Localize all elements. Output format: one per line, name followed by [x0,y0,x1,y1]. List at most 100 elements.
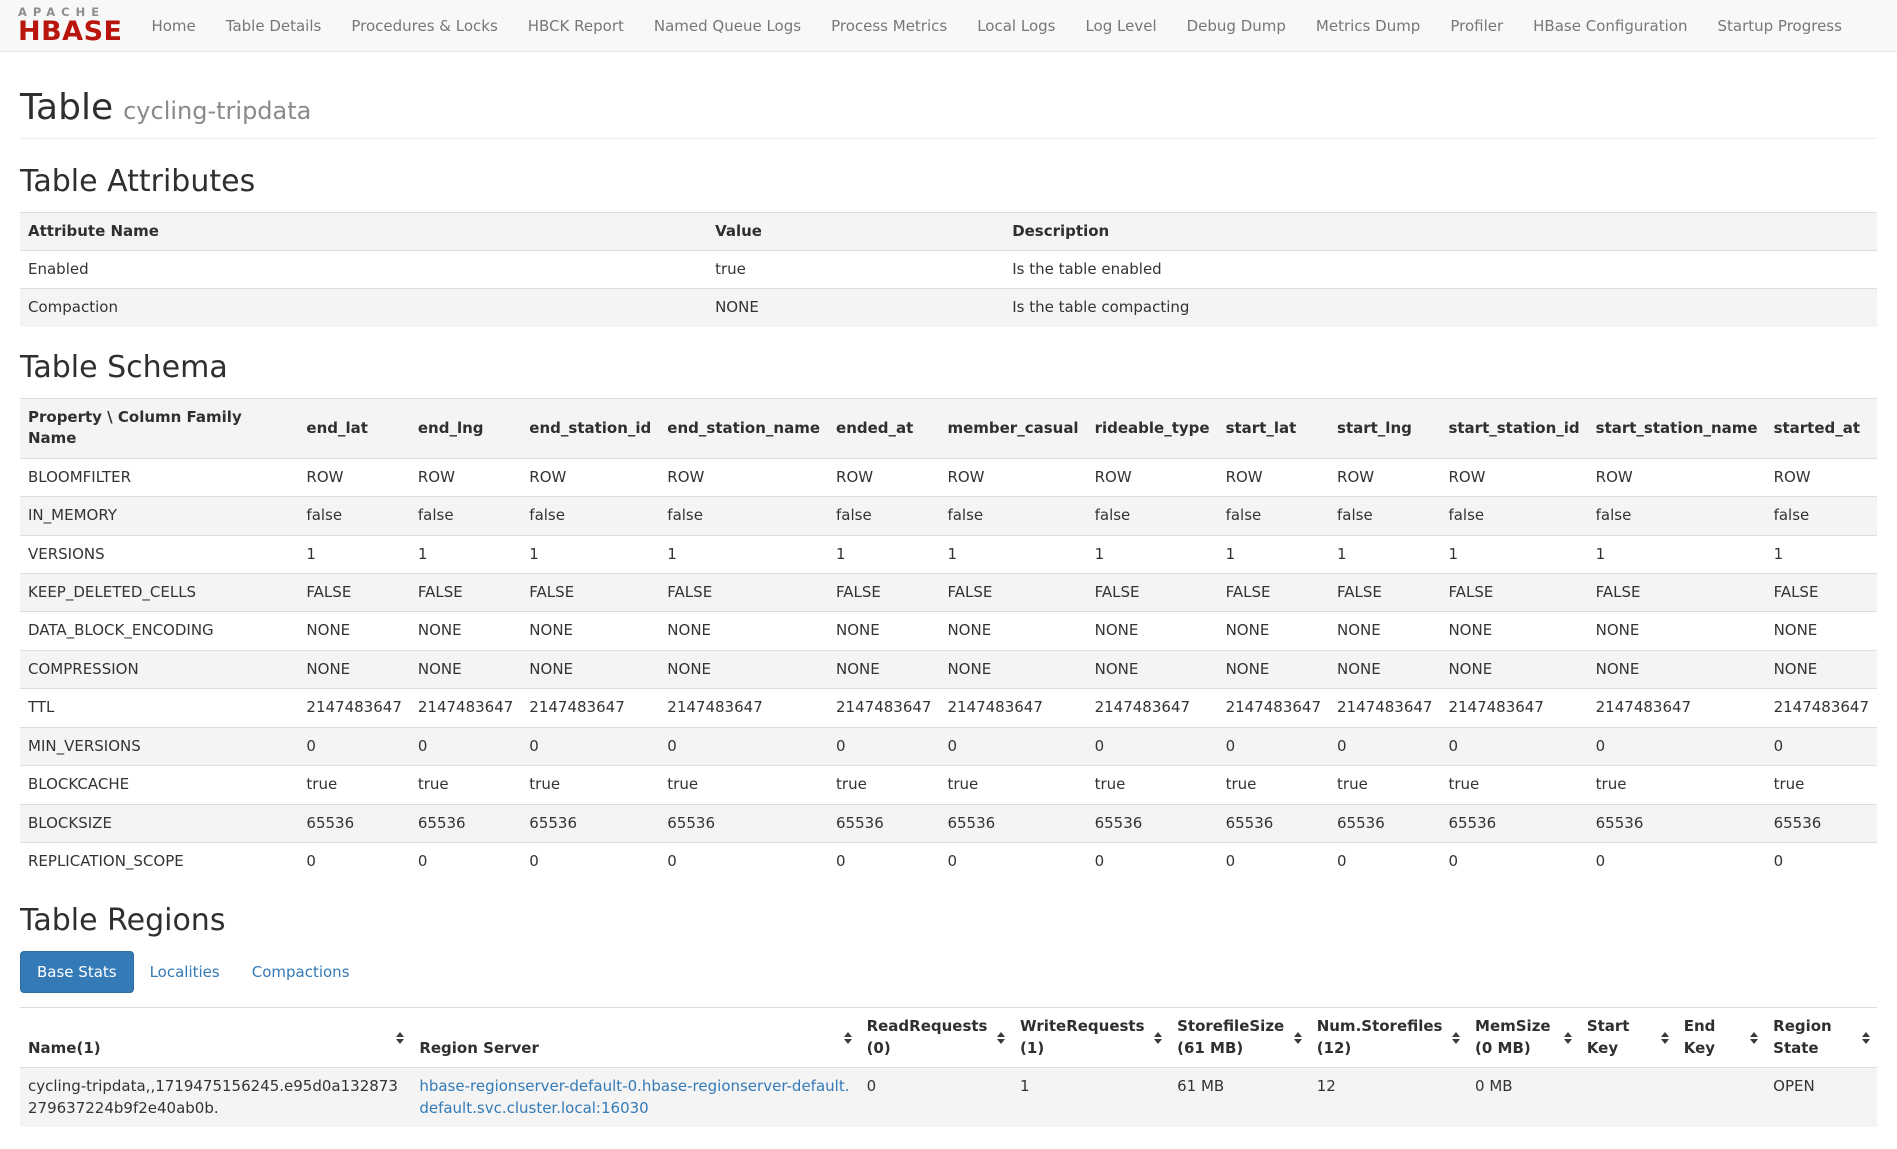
schema-property-value: FALSE [1218,573,1329,611]
nav-menu: HomeTable DetailsProcedures & LocksHBCK … [136,0,1856,52]
nav-item-startup-progress[interactable]: Startup Progress [1702,0,1856,52]
sort-icon[interactable] [997,1032,1005,1044]
schema-property-value: 2147483647 [939,689,1086,727]
schema-property-value: NONE [1440,612,1587,650]
schema-property-value: 2147483647 [1588,689,1766,727]
schema-property-name: COMPRESSION [20,650,298,688]
nav-item-log-level[interactable]: Log Level [1070,0,1171,52]
regions-column-header-region-state[interactable]: Region State [1765,1008,1877,1068]
schema-property-row: TTL2147483647214748364721474836472147483… [20,689,1877,727]
regions-column-label: StorefileSize [1177,1016,1285,1037]
schema-property-value: 1 [1329,535,1440,573]
sort-icon[interactable] [844,1032,852,1044]
schema-property-value: false [1329,497,1440,535]
sort-up-arrow [1452,1032,1460,1037]
regions-column-header-name-1[interactable]: Name(1) [20,1008,411,1068]
schema-property-value: 0 [1440,842,1587,880]
schema-property-value: 65536 [410,804,521,842]
sort-icon[interactable] [1564,1032,1572,1044]
schema-family-header: end_station_id [521,398,659,458]
schema-property-value: 1 [410,535,521,573]
schema-property-value: 2147483647 [1087,689,1218,727]
nav-item-home[interactable]: Home [136,0,210,52]
schema-property-name: KEEP_DELETED_CELLS [20,573,298,611]
schema-property-name: VERSIONS [20,535,298,573]
nav-item-named-queue-logs[interactable]: Named Queue Logs [639,0,816,52]
sort-down-arrow [997,1039,1005,1044]
nav-item-hbck-report[interactable]: HBCK Report [513,0,639,52]
schema-property-value: true [659,766,828,804]
sort-icon[interactable] [1154,1032,1162,1044]
schema-property-row: COMPRESSIONNONENONENONENONENONENONENONEN… [20,650,1877,688]
nav-item-table-details[interactable]: Table Details [211,0,337,52]
schema-property-value: ROW [659,458,828,496]
region-server-link[interactable]: hbase-regionserver-default-0.hbase-regio… [419,1077,849,1116]
sort-up-arrow [997,1032,1005,1037]
schema-property-value: 0 [939,727,1086,765]
nav-item-profiler[interactable]: Profiler [1435,0,1518,52]
nav-item-local-logs[interactable]: Local Logs [962,0,1070,52]
schema-property-value: NONE [298,612,409,650]
regions-column-header-region-server[interactable]: Region Server [411,1008,858,1068]
regions-column-count: (0 MB) [1475,1038,1555,1059]
regions-column-header-end-key[interactable]: End Key [1676,1008,1765,1068]
nav-item-process-metrics[interactable]: Process Metrics [816,0,962,52]
sort-down-arrow [1750,1039,1758,1044]
schema-property-value: FALSE [298,573,409,611]
schema-property-value: FALSE [1087,573,1218,611]
schema-property-value: 65536 [1440,804,1587,842]
main-content: Tablecycling-tripdata Table Attributes A… [0,52,1897,1127]
schema-property-value: 0 [298,842,409,880]
schema-property-value: ROW [939,458,1086,496]
attributes-column-header: Attribute Name [20,212,707,250]
regions-column-label: ReadRequests [867,1016,988,1037]
nav-item-metrics-dump[interactable]: Metrics Dump [1301,0,1435,52]
tab-localities[interactable]: Localities [134,952,236,992]
sort-icon[interactable] [1661,1032,1669,1044]
regions-column-header-start-key[interactable]: Start Key [1579,1008,1676,1068]
page-header: Tablecycling-tripdata [20,52,1877,139]
regions-column-header-memsize[interactable]: MemSize(0 MB) [1467,1008,1579,1068]
schema-property-value: 1 [939,535,1086,573]
schema-property-value: false [410,497,521,535]
sort-icon[interactable] [1750,1032,1758,1044]
tab-base-stats[interactable]: Base Stats [20,951,134,993]
schema-property-value: ROW [1588,458,1766,496]
nav-item-hbase-configuration[interactable]: HBase Configuration [1518,0,1702,52]
regions-column-header-readrequests[interactable]: ReadRequests(0) [859,1008,1012,1068]
schema-family-header: end_lat [298,398,409,458]
schema-property-value: true [1218,766,1329,804]
tab-compactions[interactable]: Compactions [236,952,366,992]
attribute-name: Compaction [20,289,707,327]
schema-property-value: 0 [828,727,939,765]
schema-property-value: 65536 [1218,804,1329,842]
regions-column-label: Region State [1773,1016,1853,1059]
nav-item-debug-dump[interactable]: Debug Dump [1172,0,1301,52]
schema-property-value: ROW [1766,458,1877,496]
hbase-logo[interactable]: APACHE HBASE [8,3,136,47]
schema-property-row: MIN_VERSIONS000000000000 [20,727,1877,765]
regions-column-count: (1) [1020,1038,1145,1059]
schema-property-value: NONE [939,650,1086,688]
schema-family-header: end_station_name [659,398,828,458]
regions-column-label: WriteRequests [1020,1016,1145,1037]
schema-property-value: ROW [1218,458,1329,496]
schema-property-row: IN_MEMORYfalsefalsefalsefalsefalsefalsef… [20,497,1877,535]
schema-property-row: VERSIONS111111111111 [20,535,1877,573]
regions-column-header-num-storefiles[interactable]: Num.Storefiles(12) [1309,1008,1467,1068]
schema-property-value: 0 [298,727,409,765]
sort-icon[interactable] [1862,1032,1870,1044]
table-attributes-table: Attribute NameValueDescriptionEnabledtru… [20,212,1877,327]
regions-column-count: (12) [1317,1038,1443,1059]
schema-family-header: ended_at [828,398,939,458]
sort-icon[interactable] [1452,1032,1460,1044]
table-schema-table: Property \ Column Family Nameend_latend_… [20,398,1877,880]
sort-icon[interactable] [1294,1032,1302,1044]
sort-icon[interactable] [396,1032,404,1044]
regions-column-header-storefilesize[interactable]: StorefileSize(61 MB) [1169,1008,1309,1068]
schema-property-value: 2147483647 [1766,689,1877,727]
schema-property-value: ROW [1440,458,1587,496]
schema-property-value: false [1766,497,1877,535]
regions-column-header-writerequests[interactable]: WriteRequests(1) [1012,1008,1169,1068]
nav-item-procedures-locks[interactable]: Procedures & Locks [336,0,512,52]
